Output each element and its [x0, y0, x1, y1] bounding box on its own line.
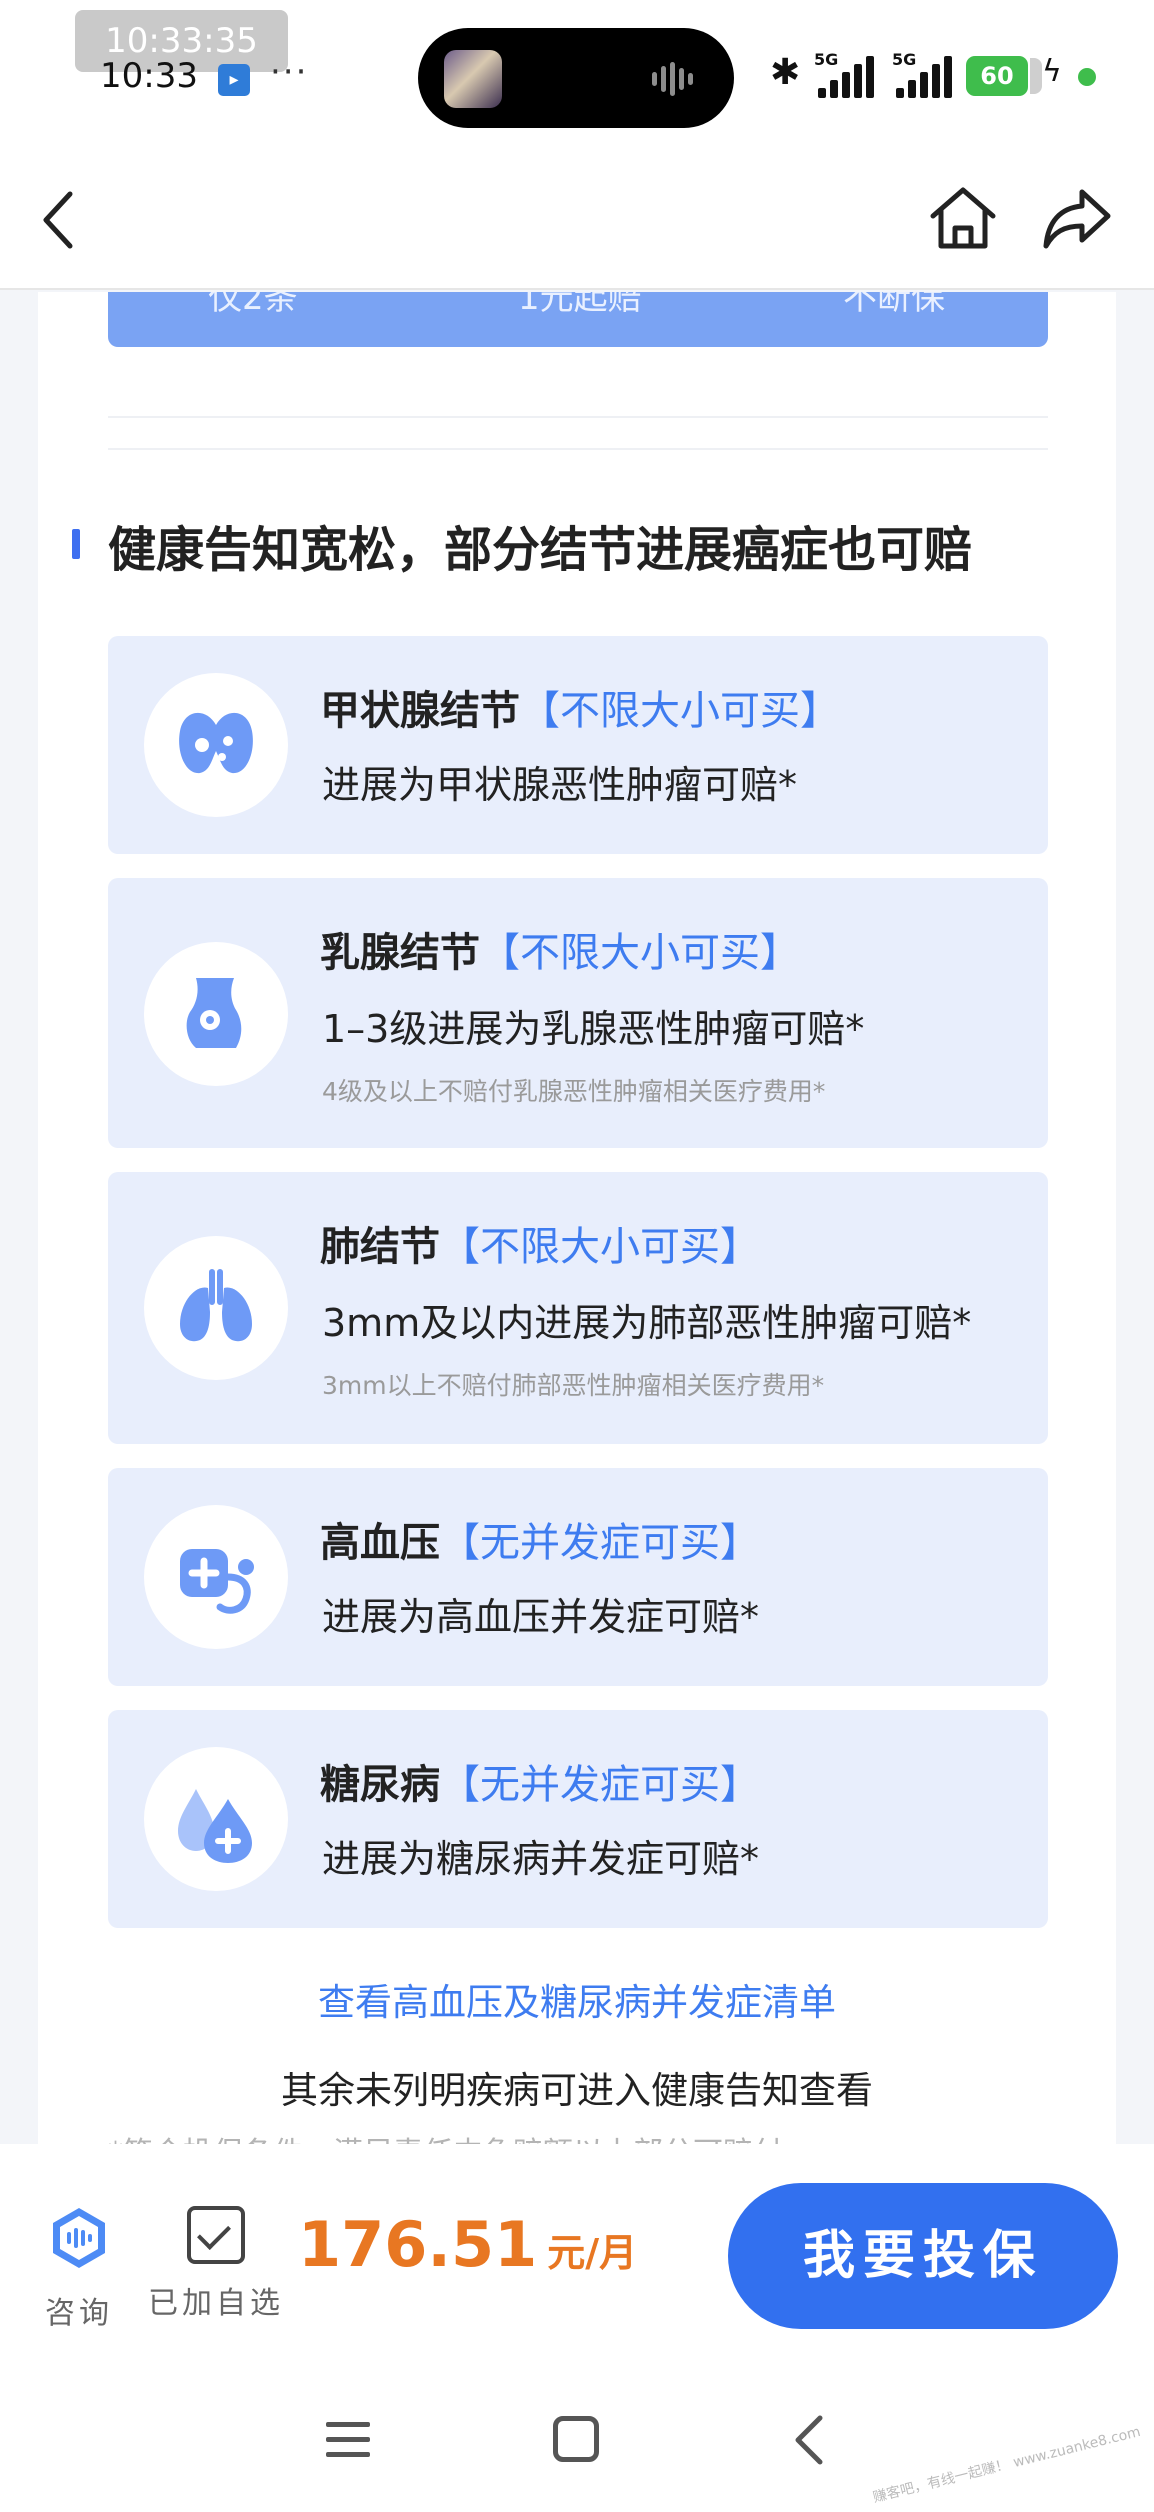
feature-tag: 【无并发症可买】	[440, 1520, 760, 1566]
footnote-text: *符合投保条件，满足责任内免赔额以上部分可赔付	[108, 2128, 783, 2144]
consult-button[interactable]: 咨询	[44, 2206, 114, 2332]
other-diseases-note: 其余未列明疾病可进入健康告知查看	[281, 2069, 873, 2112]
signal-2-label: 5G	[892, 50, 917, 69]
system-navigation-bar: 赚客吧，有线一起赚！ www.zuanke8.com	[0, 2364, 1154, 2512]
charging-icon: ϟ	[1042, 54, 1062, 89]
price-unit: 元/月	[547, 2231, 638, 2275]
feature-card-hypertension: 高血压【无并发症可买】 进展为高血压并发症可赔*	[108, 1468, 1048, 1686]
status-more-icon: ···	[270, 52, 309, 92]
feature-card-thyroid: 甲状腺结节【不限大小可买】 进展为甲状腺恶性肿瘤可赔*	[108, 636, 1048, 854]
feature-note: 3mm以上不赔付肺部恶性肿瘤相关医疗费用*	[322, 1371, 825, 1400]
section-accent-bar	[72, 529, 80, 559]
feature-description: 1–3级进展为乳腺恶性肿瘤可赔*	[322, 1007, 865, 1051]
consult-label: 咨询	[45, 2296, 113, 2331]
content-card: 仅2条 1元起赔 不断保 健康告知宽松，部分结节进展癌症也可赔 甲状腺结节【不限…	[38, 292, 1116, 2144]
price-display: 176.51 元/月	[298, 2208, 637, 2281]
status-time: 10:33	[100, 56, 198, 96]
banner-item: 1元起赔	[518, 292, 642, 318]
notification-app-icon: ▸	[218, 64, 250, 96]
feature-title-text: 乳腺结节	[320, 930, 480, 976]
feature-title: 高血压【无并发症可买】	[320, 1510, 760, 1568]
share-icon[interactable]	[1040, 182, 1116, 254]
divider	[108, 416, 1048, 418]
recent-apps-icon[interactable]	[326, 2422, 370, 2467]
feature-card-lungs: 肺结节【不限大小可买】 3mm及以内进展为肺部恶性肿瘤可赔* 3mm以上不赔付肺…	[108, 1172, 1048, 1444]
watchlist-label: 已加自选	[148, 2286, 284, 2321]
complications-list-link[interactable]: 查看高血压及糖尿病并发症清单	[38, 1972, 1116, 2026]
feature-title: 肺结节【不限大小可买】	[320, 1214, 760, 1272]
watermark: 赚客吧，有线一起赚！ www.zuanke8.com	[871, 2423, 1143, 2507]
divider	[108, 448, 1048, 450]
thyroid-icon	[179, 712, 253, 774]
feature-title: 甲状腺结节【不限大小可买】	[320, 678, 840, 736]
consult-icon	[53, 2208, 105, 2268]
feature-description: 进展为高血压并发症可赔*	[322, 1595, 760, 1639]
feature-title-text: 糖尿病	[320, 1762, 440, 1808]
feature-description: 进展为甲状腺恶性肿瘤可赔*	[322, 763, 798, 807]
battery-icon: 60	[966, 56, 1042, 96]
icon-circle	[144, 673, 288, 817]
stethoscope-icon	[180, 1549, 254, 1614]
home-square-icon[interactable]	[553, 2416, 599, 2462]
audio-wave-icon	[652, 62, 706, 96]
media-artwork-icon	[444, 50, 502, 108]
system-back-icon[interactable]	[790, 2412, 830, 2468]
feature-tag: 【不限大小可买】	[440, 1224, 760, 1270]
feature-tag: 【不限大小可买】	[520, 688, 840, 734]
chevron-left-icon[interactable]	[36, 184, 96, 256]
breast-icon	[186, 978, 242, 1048]
banner-item: 仅2条	[208, 292, 298, 318]
lungs-icon	[180, 1269, 252, 1342]
icon-circle	[144, 1505, 288, 1649]
banner-item: 不断保	[843, 292, 945, 318]
feature-title: 乳腺结节【不限大小可买】	[320, 920, 800, 978]
signal-icon-2: 5G	[892, 50, 958, 98]
icon-circle	[144, 1747, 288, 1891]
checkbox-checked-icon	[187, 2206, 245, 2264]
buy-insurance-button[interactable]: 我要投保	[728, 2183, 1118, 2329]
dynamic-island[interactable]	[418, 28, 734, 128]
add-to-watchlist-button[interactable]: 已加自选	[148, 2206, 284, 2322]
signal-1-label: 5G	[814, 50, 839, 69]
feature-card-breast: 乳腺结节【不限大小可买】 1–3级进展为乳腺恶性肿瘤可赔* 4级及以上不赔付乳腺…	[108, 878, 1048, 1148]
nav-bar	[0, 150, 1154, 290]
feature-tag: 【无并发症可买】	[440, 1762, 760, 1808]
feature-tag: 【不限大小可买】	[480, 930, 800, 976]
feature-note: 4级及以上不赔付乳腺恶性肿瘤相关医疗费用*	[322, 1077, 826, 1106]
privacy-indicator-dot	[1078, 68, 1096, 86]
price-value: 176.51	[298, 2208, 538, 2281]
feature-title-text: 高血压	[320, 1520, 440, 1566]
feature-description: 3mm及以内进展为肺部恶性肿瘤可赔*	[322, 1301, 972, 1345]
feature-title-text: 肺结节	[320, 1224, 440, 1270]
bottom-action-bar: 咨询 已加自选 176.51 元/月 我要投保	[0, 2144, 1154, 2364]
icon-circle	[144, 942, 288, 1086]
signal-icon-1: 5G	[814, 50, 880, 98]
section-title: 健康告知宽松，部分结节进展癌症也可赔	[108, 522, 973, 578]
feature-card-diabetes: 糖尿病【无并发症可买】 进展为糖尿病并发症可赔*	[108, 1710, 1048, 1928]
status-bar: 10:33:35 10:33 ▸ ··· ✱ 5G 5G 60 ϟ	[0, 0, 1154, 150]
icon-circle	[144, 1236, 288, 1380]
feature-banner: 仅2条 1元起赔 不断保	[108, 292, 1048, 347]
feature-title-text: 甲状腺结节	[320, 688, 520, 734]
bluetooth-icon: ✱	[770, 52, 801, 93]
home-icon[interactable]	[925, 180, 1001, 256]
feature-title: 糖尿病【无并发症可买】	[320, 1752, 760, 1810]
feature-description: 进展为糖尿病并发症可赔*	[322, 1837, 760, 1881]
blood-drop-icon	[178, 1789, 252, 1863]
